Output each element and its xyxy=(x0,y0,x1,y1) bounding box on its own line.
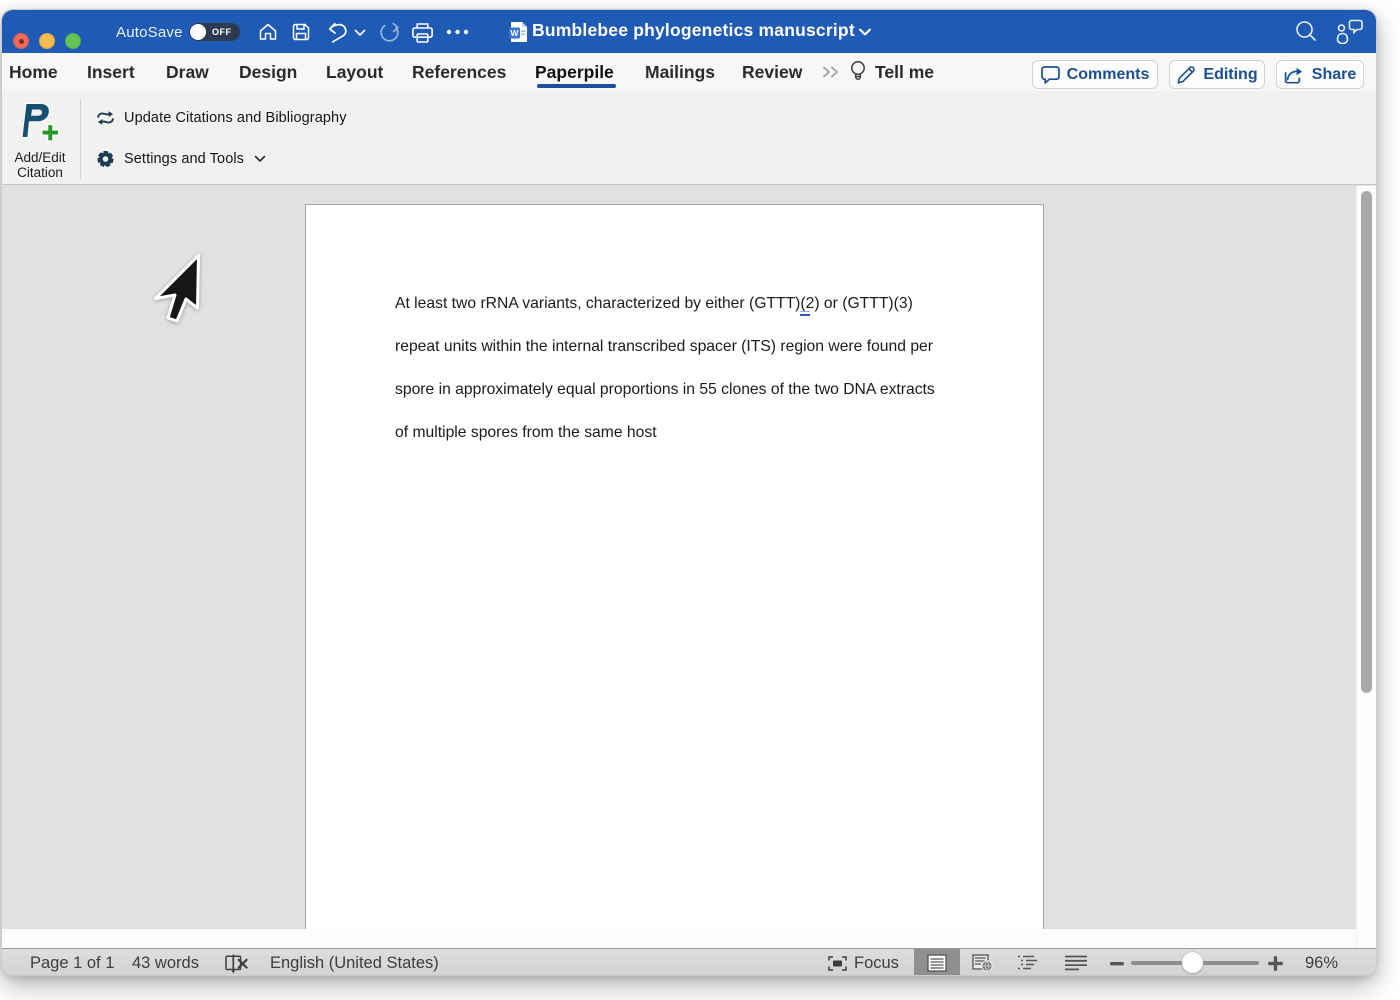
svg-text:W: W xyxy=(510,28,519,38)
